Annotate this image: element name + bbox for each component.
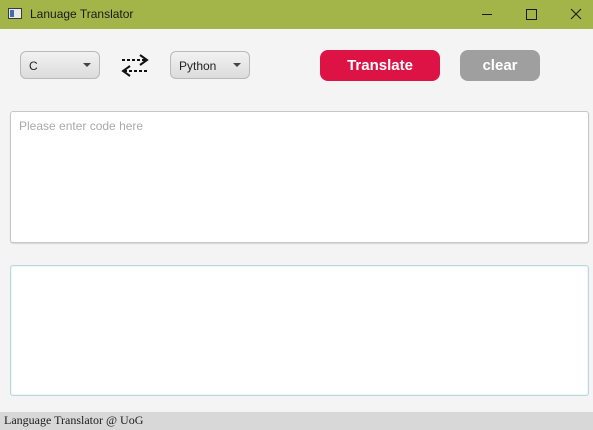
target-language-value: Python <box>179 59 217 73</box>
close-button[interactable] <box>553 0 593 29</box>
minimize-icon <box>482 14 492 15</box>
code-input-placeholder: Please enter code here <box>19 119 144 133</box>
chevron-down-icon <box>83 63 91 67</box>
source-language-value: C <box>29 59 38 73</box>
code-input-textarea[interactable]: Please enter code here <box>10 111 589 243</box>
app-window-icon <box>8 8 22 19</box>
chevron-down-icon <box>233 63 241 67</box>
status-bar-text: Language Translator @ UoG <box>4 413 144 427</box>
swap-arrows-icon[interactable] <box>120 52 150 78</box>
status-bar: Language Translator @ UoG <box>0 412 593 430</box>
translate-button[interactable]: Translate <box>320 50 440 81</box>
source-language-select[interactable]: C <box>20 51 100 79</box>
maximize-icon <box>526 9 537 20</box>
minimize-button[interactable] <box>464 0 510 29</box>
maximize-button[interactable] <box>508 0 554 29</box>
window-title: Lanuage Translator <box>30 7 134 21</box>
target-language-select[interactable]: Python <box>170 51 250 79</box>
translated-output-textarea[interactable] <box>10 265 589 396</box>
title-bar[interactable]: Lanuage Translator <box>0 0 593 29</box>
close-icon <box>570 8 582 20</box>
clear-button[interactable]: clear <box>460 50 540 81</box>
